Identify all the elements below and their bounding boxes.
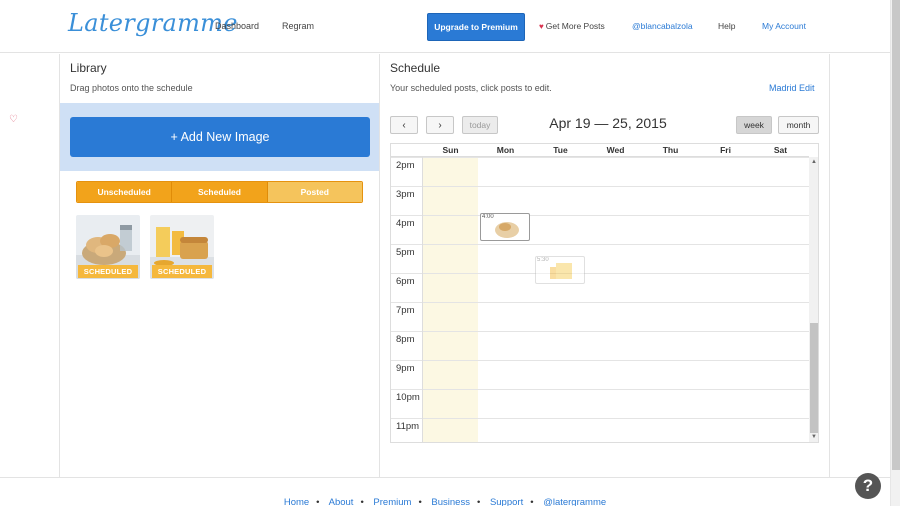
footer-link-premium[interactable]: Premium: [373, 497, 411, 506]
day-header-sun: Sun: [442, 145, 459, 155]
event-time: 5:30: [537, 257, 549, 263]
hour-row[interactable]: 10pm: [391, 389, 809, 418]
footer-link-business[interactable]: Business: [431, 497, 470, 506]
hour-label: 7pm: [396, 305, 415, 316]
timezone-edit-link[interactable]: Madrid Edit: [769, 83, 815, 93]
tab-posted[interactable]: Posted: [267, 182, 362, 202]
footer-separator: •: [418, 497, 422, 506]
prev-week-button[interactable]: ‹: [390, 116, 418, 134]
library-filter-tabs: Unscheduled Scheduled Posted: [76, 181, 363, 203]
scroll-down-icon[interactable]: ▼: [809, 434, 818, 440]
footer-separator: •: [360, 497, 364, 506]
calendar-scrollbar-thumb[interactable]: [810, 323, 818, 433]
page-scrollbar-thumb[interactable]: [892, 0, 900, 470]
library-subtitle: Drag photos onto the schedule: [70, 83, 193, 93]
heart-icon: ♥: [539, 22, 544, 31]
day-header-fri: Fri: [720, 145, 731, 155]
heart-outline-icon[interactable]: ♡: [9, 114, 18, 125]
day-header-sat: Sat: [773, 145, 788, 155]
month-view-button[interactable]: month: [778, 116, 819, 134]
footer-links: Home • About • Premium • Business • Support •…: [0, 497, 890, 506]
tab-scheduled[interactable]: Scheduled: [172, 182, 268, 202]
nav-regram[interactable]: Regram: [282, 21, 314, 31]
next-week-button[interactable]: ›: [426, 116, 454, 134]
day-header-mon: Mon: [496, 145, 515, 155]
time-axis-line: [422, 157, 423, 442]
hour-label: 5pm: [396, 247, 415, 258]
account-handle-link[interactable]: @blancabalzola: [632, 21, 693, 31]
day-header-wed: Wed: [606, 145, 625, 155]
footer-link-twitter[interactable]: @latergramme: [543, 497, 606, 506]
hour-row[interactable]: 8pm: [391, 331, 809, 360]
today-button[interactable]: today: [462, 116, 498, 134]
hour-row[interactable]: 5pm: [391, 244, 809, 273]
divider: [379, 54, 380, 478]
calendar-header: Sun Mon Tue Wed Thu Fri Sat: [391, 144, 809, 157]
day-header-thu: Thu: [662, 145, 679, 155]
add-new-image-button[interactable]: + Add New Image: [70, 117, 370, 157]
upgrade-button[interactable]: Upgrade to Premium: [427, 13, 525, 41]
library-image[interactable]: SCHEDULED: [76, 215, 140, 279]
footer-link-about[interactable]: About: [329, 497, 354, 506]
divider: [0, 477, 890, 478]
hour-row[interactable]: 3pm: [391, 186, 809, 215]
status-badge: SCHEDULED: [152, 265, 212, 278]
schedule-subtitle: Your scheduled posts, click posts to edi…: [390, 83, 552, 93]
help-question-icon[interactable]: ?: [855, 473, 881, 499]
hour-row[interactable]: 4pm: [391, 215, 809, 244]
hour-label: 8pm: [396, 334, 415, 345]
hour-label: 6pm: [396, 276, 415, 287]
hour-label: 4pm: [396, 218, 415, 229]
scheduled-post[interactable]: 4:00: [480, 213, 530, 241]
schedule-title: Schedule: [390, 61, 441, 75]
top-navbar: Latergramme Dashboard Regram Upgrade to …: [0, 0, 890, 53]
tab-unscheduled[interactable]: Unscheduled: [77, 182, 173, 202]
hour-label: 9pm: [396, 363, 415, 374]
hour-row[interactable]: 2pm: [391, 157, 809, 186]
footer-link-home[interactable]: Home: [284, 497, 309, 506]
library-image[interactable]: SCHEDULED: [150, 215, 214, 279]
help-link[interactable]: Help: [718, 21, 735, 31]
scroll-up-icon[interactable]: ▲: [809, 159, 818, 165]
hour-label: 10pm: [396, 392, 420, 403]
library-title: Library: [70, 61, 107, 75]
footer-separator: •: [530, 497, 534, 506]
divider: [829, 54, 830, 478]
get-more-posts-label: Get More Posts: [545, 21, 605, 31]
scheduled-post-dragging[interactable]: 5:30: [535, 256, 585, 284]
footer-separator: •: [316, 497, 320, 506]
my-account-link[interactable]: My Account: [762, 21, 806, 31]
footer-link-support[interactable]: Support: [490, 497, 523, 506]
week-calendar: Sun Mon Tue Wed Thu Fri Sat 2pm 3pm 4pm …: [390, 143, 819, 443]
page-scrollbar[interactable]: [890, 0, 900, 506]
footer-separator: •: [476, 497, 481, 506]
hour-label: 11pm: [396, 421, 420, 432]
hour-label: 2pm: [396, 160, 415, 171]
get-more-posts-link[interactable]: ♥ Get More Posts: [539, 21, 605, 31]
hour-row[interactable]: 7pm: [391, 302, 809, 331]
nav-dashboard[interactable]: Dashboard: [215, 21, 259, 31]
hour-label: 3pm: [396, 189, 415, 200]
hour-row[interactable]: 9pm: [391, 360, 809, 389]
day-header-tue: Tue: [553, 145, 568, 155]
calendar-scrollbar[interactable]: ▲ ▼: [809, 157, 818, 442]
event-time: 4:00: [482, 214, 494, 220]
hour-row[interactable]: 11pm: [391, 418, 809, 442]
status-badge: SCHEDULED: [78, 265, 138, 278]
hour-row[interactable]: 6pm: [391, 273, 809, 302]
date-range-title: Apr 19 — 25, 2015: [549, 115, 667, 131]
week-view-button[interactable]: week: [736, 116, 772, 134]
logo[interactable]: Latergramme: [68, 9, 238, 37]
